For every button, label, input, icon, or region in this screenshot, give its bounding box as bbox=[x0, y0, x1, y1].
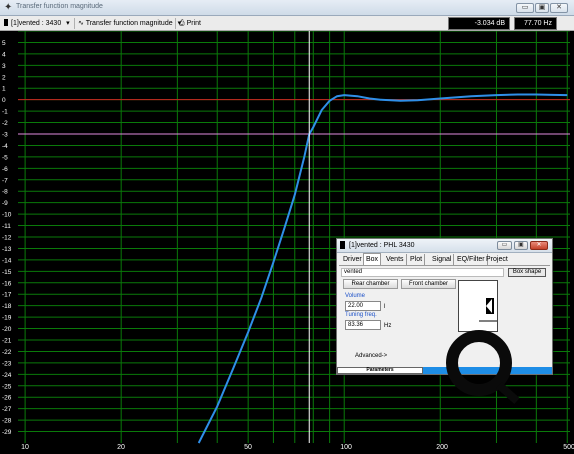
y-tick-label: 3 bbox=[2, 63, 6, 70]
box-shape-button[interactable]: Box shape bbox=[508, 268, 546, 277]
tab-vents[interactable]: Vents bbox=[384, 254, 407, 265]
volume-unit: l bbox=[384, 304, 386, 310]
y-tick-label: -29 bbox=[2, 429, 12, 436]
speaker-icon bbox=[340, 241, 345, 249]
speaker-diagram-icon bbox=[479, 298, 497, 322]
x-tick-label: 200 bbox=[436, 444, 448, 451]
volume-label: Volume bbox=[345, 293, 366, 299]
toolbar-separator bbox=[74, 18, 75, 29]
x-tick-label: 50 bbox=[244, 444, 252, 451]
y-tick-label: -13 bbox=[2, 246, 12, 253]
y-tick-label: -3 bbox=[2, 132, 8, 139]
y-tick-label: -17 bbox=[2, 292, 12, 299]
x-tick-label: 20 bbox=[117, 444, 125, 451]
speaker-icon bbox=[4, 19, 8, 26]
params-minimize-button[interactable]: ▭ bbox=[497, 241, 512, 250]
tuning-unit: Hz bbox=[384, 323, 392, 329]
y-tick-label: -16 bbox=[2, 280, 12, 287]
y-tick-label: 1 bbox=[2, 86, 6, 93]
y-tick-label: -15 bbox=[2, 269, 12, 276]
app-icon: ✦ bbox=[4, 2, 13, 13]
tab-project[interactable]: Project bbox=[484, 254, 510, 265]
y-tick-label: -22 bbox=[2, 349, 12, 356]
tuning-input[interactable]: 83.36 bbox=[345, 320, 381, 330]
box-diagram bbox=[458, 280, 498, 332]
view-select-value: Transfer function magnitude bbox=[85, 20, 173, 27]
close-button[interactable]: ✕ bbox=[550, 3, 568, 13]
y-tick-label: 0 bbox=[2, 97, 6, 104]
y-tick-label: -6 bbox=[2, 166, 8, 173]
parameters-footer-label: Parameters bbox=[337, 367, 423, 374]
minimize-button[interactable]: ▭ bbox=[516, 3, 534, 13]
y-tick-label: -9 bbox=[2, 200, 8, 207]
advanced-link[interactable]: Advanced-> bbox=[355, 353, 387, 359]
params-maximize-button[interactable]: ▣ bbox=[514, 241, 528, 250]
y-tick-label: -12 bbox=[2, 235, 12, 242]
printer-icon: ⎙ bbox=[179, 20, 185, 27]
rear-chamber-button[interactable]: Rear chamber bbox=[343, 279, 398, 289]
chevron-down-icon: ▾ bbox=[66, 20, 70, 27]
parameters-window[interactable]: [1]vented : PHL 3430 ▭ ▣ ✕ Driver Box Ve… bbox=[336, 238, 553, 375]
y-tick-label: -26 bbox=[2, 395, 12, 402]
y-tick-label: -18 bbox=[2, 303, 12, 310]
y-tick-label: -20 bbox=[2, 326, 12, 333]
window-titlebar: ✦ Transfer function magnitude ▭ ▣ ✕ bbox=[0, 0, 574, 16]
parameters-titlebar[interactable]: [1]vented : PHL 3430 ▭ ▣ ✕ bbox=[337, 239, 552, 253]
x-tick-label: 100 bbox=[340, 444, 352, 451]
box-type-field[interactable]: vented bbox=[341, 268, 504, 277]
params-close-button[interactable]: ✕ bbox=[530, 241, 548, 250]
tab-eq-filter[interactable]: EQ/Filter bbox=[455, 254, 488, 265]
y-tick-label: -24 bbox=[2, 372, 12, 379]
y-tick-label: -8 bbox=[2, 189, 8, 196]
y-tick-label: 4 bbox=[2, 51, 6, 58]
tab-driver[interactable]: Driver bbox=[341, 254, 365, 265]
y-tick-label: -7 bbox=[2, 177, 8, 184]
y-tick-label: -21 bbox=[2, 338, 12, 345]
y-tick-label: -28 bbox=[2, 418, 12, 425]
view-select[interactable]: ∿ Transfer function magnitude ▾ bbox=[78, 18, 181, 29]
y-tick-label: -1 bbox=[2, 109, 8, 116]
y-tick-label: -14 bbox=[2, 257, 12, 264]
front-chamber-button[interactable]: Front chamber bbox=[401, 279, 456, 289]
tuning-label: Tuning freq. bbox=[345, 312, 377, 318]
print-button[interactable]: ⎙ Print bbox=[179, 18, 209, 29]
y-tick-label: -10 bbox=[2, 212, 12, 219]
maximize-button[interactable]: ▣ bbox=[535, 3, 549, 13]
y-tick-label: -25 bbox=[2, 383, 12, 390]
tab-divider bbox=[339, 265, 550, 266]
y-tick-label: -27 bbox=[2, 406, 12, 413]
print-label: Print bbox=[186, 20, 201, 27]
x-tick-label: 500 bbox=[563, 444, 574, 451]
toolbar: [1]vented : 3430 ▾ ∿ Transfer function m… bbox=[0, 16, 574, 31]
tab-plot[interactable]: Plot bbox=[408, 254, 426, 265]
frequency-readout: 77.70 Hz bbox=[514, 17, 557, 30]
driver-select[interactable]: [1]vented : 3430 ▾ bbox=[4, 18, 74, 29]
y-tick-label: 2 bbox=[2, 74, 6, 81]
tab-signal[interactable]: Signal bbox=[430, 254, 455, 265]
y-tick-label: -19 bbox=[2, 315, 12, 322]
volume-input[interactable]: 22.00 bbox=[345, 301, 381, 311]
y-tick-label: 5 bbox=[2, 40, 6, 47]
driver-select-value: [1]vented : 3430 bbox=[11, 20, 62, 27]
y-tick-label: -4 bbox=[2, 143, 8, 150]
level-readout: -3.034 dB bbox=[448, 17, 510, 30]
y-tick-label: -5 bbox=[2, 154, 8, 161]
y-tick-label: -2 bbox=[2, 120, 8, 127]
window-title: Transfer function magnitude bbox=[16, 3, 103, 10]
x-tick-label: 10 bbox=[21, 444, 29, 451]
params-footer: Parameters bbox=[337, 367, 552, 374]
curve-icon: ∿ bbox=[78, 20, 84, 27]
tab-box[interactable]: Box bbox=[363, 253, 382, 265]
parameters-title: [1]vented : PHL 3430 bbox=[349, 242, 415, 249]
toolbar-separator bbox=[175, 18, 176, 29]
y-tick-label: -23 bbox=[2, 360, 12, 367]
y-tick-label: -11 bbox=[2, 223, 11, 230]
